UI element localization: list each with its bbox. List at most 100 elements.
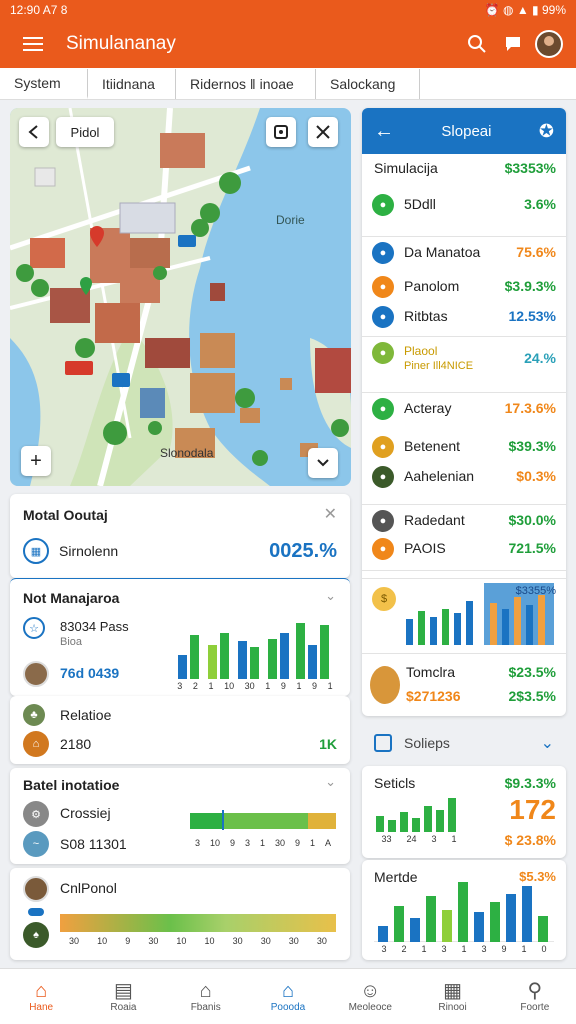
bar <box>178 655 187 679</box>
solieps-header[interactable]: Solieps ⌄ <box>362 728 566 758</box>
bar <box>238 641 247 679</box>
right-chart-badge: $3355% <box>515 585 556 597</box>
tick-label: 10 <box>204 936 215 946</box>
tick-label: 3 <box>244 838 250 848</box>
app-title: Simulananay <box>66 33 176 54</box>
bar <box>448 798 456 832</box>
building-icon: ⌂ <box>199 980 212 1002</box>
coin-icon: $ <box>372 587 396 611</box>
total-row-value: 0025.% <box>269 539 337 562</box>
nav-item-foorte[interactable]: ⚲ Foorte <box>494 969 576 1024</box>
tick-label: 30 <box>148 936 159 946</box>
building-icon: ▦ <box>23 538 49 564</box>
back-button[interactable] <box>19 117 49 147</box>
nav-item-poooda[interactable]: ⌂ Poooda <box>247 969 329 1024</box>
relation-right: 1K <box>319 736 337 752</box>
nav-item-rinooi[interactable]: ▦ Rinooi <box>411 969 493 1024</box>
zoom-in-button[interactable]: + <box>21 446 51 476</box>
right-row-value: $3353% <box>504 160 556 176</box>
toggle-chip[interactable] <box>28 908 44 916</box>
bar <box>220 633 229 679</box>
bar <box>268 639 277 679</box>
mertde-x-ticks: 3 2 1 3 1 3 9 1 0 <box>374 944 554 954</box>
divider <box>362 570 566 571</box>
tick-label: 30 <box>69 936 80 946</box>
chevron-down-icon[interactable]: ⌄ <box>325 774 336 790</box>
seticls-bar-chart <box>376 798 456 832</box>
bar <box>320 625 329 679</box>
tick-label: 9 <box>229 838 235 848</box>
nav-item-hane[interactable]: ⌂ Hane <box>0 969 82 1024</box>
solieps-title: Solieps <box>404 735 450 751</box>
tick-label: 3 <box>481 944 487 954</box>
nav-item-fbanis[interactable]: ⌂ Fbanis <box>165 969 247 1024</box>
leaf-icon: ● <box>372 342 394 364</box>
divider <box>362 236 566 237</box>
chevron-down-icon[interactable]: ⌄ <box>325 588 336 604</box>
nav-item-roaia[interactable]: ▤ Roaia <box>82 969 164 1024</box>
bar <box>526 605 533 645</box>
tree-icon: ♣ <box>23 704 45 726</box>
tab-ridernos[interactable]: Ridernos ‖ inoae <box>176 69 316 99</box>
nav-label: Meoleoce <box>348 1002 392 1013</box>
tick-label: 9 <box>280 681 286 691</box>
map-view[interactable]: Pidol Dorie Slonodala + <box>10 108 351 486</box>
bar <box>466 601 473 645</box>
seticls-big: 172 <box>509 794 556 825</box>
right-row-value: 75.6% <box>516 244 556 260</box>
nav-item-meoleoce[interactable]: ☺ Meoleoce <box>329 969 411 1024</box>
bar <box>442 609 449 645</box>
avatar[interactable] <box>534 29 564 59</box>
bar <box>538 595 545 645</box>
tick-label: 10 <box>97 936 108 946</box>
right-row-value: 12.53% <box>508 308 556 324</box>
badge-icon[interactable]: ✪ <box>539 121 554 142</box>
profile-icon: ⚲ <box>527 980 543 1002</box>
seticls-value1: $9.3.3% <box>504 775 556 791</box>
tomclra-sub: $271236 <box>406 688 461 704</box>
tab-itiidnana[interactable]: Itiidnana <box>88 69 176 99</box>
tick-label: 24 <box>406 834 417 844</box>
search-icon[interactable] <box>462 29 492 59</box>
back-arrow-icon[interactable]: ← <box>374 120 394 143</box>
net-management-card: Not Manajaroa ⌄ ☆ 83034 Pass Bioa 76d 04… <box>10 578 350 696</box>
close-icon[interactable]: ✕ <box>324 504 337 524</box>
panel-x-ticks: 30 10 9 30 10 10 30 30 30 30 <box>60 936 336 946</box>
tick-label: 1 <box>327 681 333 691</box>
tick-label: 2 <box>401 944 407 954</box>
tab-system[interactable]: System <box>0 69 88 99</box>
menu-icon[interactable] <box>18 29 48 59</box>
tick-label: 30 <box>244 681 255 691</box>
right-row-label: PAOIS <box>404 540 446 556</box>
user-avatar <box>23 661 49 687</box>
right-row-label: Aahelenian <box>404 468 475 484</box>
chat-icon[interactable] <box>498 29 528 59</box>
right-row-value: $30.0% <box>508 512 556 528</box>
map-label-water: Dorie <box>276 213 305 227</box>
tab-salockang[interactable]: Salockang <box>316 69 420 99</box>
app-bar: Simulananay <box>0 20 576 68</box>
gear-icon: ● <box>372 398 394 420</box>
relation-card: ♣ Relatioe ⌂ 2180 1K <box>10 696 350 764</box>
map-label-bottom: Slonodala <box>160 446 214 460</box>
location-icon: ● <box>372 242 394 264</box>
seticls-card: Seticls $9.3.3% 33 24 3 1 172 $ 23.8% <box>362 766 566 858</box>
tick-label: 10 <box>176 936 187 946</box>
bar <box>394 906 404 942</box>
tools-button[interactable] <box>308 117 338 147</box>
map-graphic <box>10 108 351 486</box>
folder-icon <box>374 734 392 752</box>
expand-button[interactable] <box>308 448 338 478</box>
seticls-x-ticks: 33 24 3 1 <box>374 834 464 844</box>
target-button[interactable] <box>266 117 296 147</box>
tick-label: 9 <box>294 838 300 848</box>
tools-icon <box>316 125 330 139</box>
bar <box>378 926 388 942</box>
right-row-label: Simulacija <box>374 160 438 176</box>
bar <box>506 894 516 942</box>
map-title-chip: Pidol <box>56 117 114 147</box>
tree-icon: ● <box>372 466 394 488</box>
right-row-label: Ritbtas <box>404 308 448 324</box>
face-icon: ☺ <box>360 980 381 1002</box>
tick-label: A <box>324 838 331 848</box>
